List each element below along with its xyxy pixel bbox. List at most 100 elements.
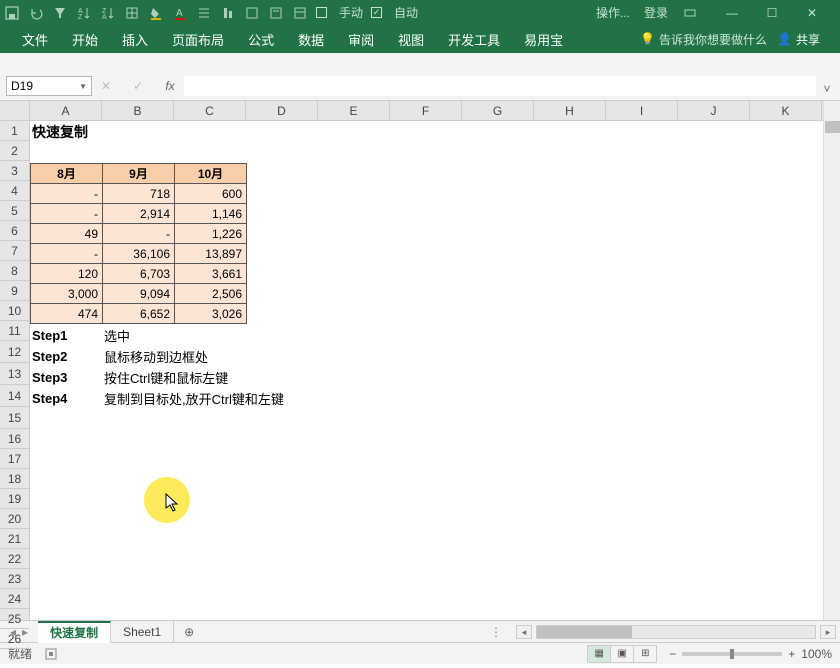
sort-asc-icon[interactable]: AZ <box>76 5 92 21</box>
col-header[interactable]: J <box>678 101 750 120</box>
col-header[interactable]: G <box>462 101 534 120</box>
expand-formula-icon[interactable]: ˅ <box>820 82 834 96</box>
row-header[interactable]: 5 <box>0 201 29 221</box>
row-header[interactable]: 1 <box>0 121 29 141</box>
row-header[interactable]: 9 <box>0 281 29 301</box>
col-header[interactable]: K <box>750 101 822 120</box>
border-icon[interactable] <box>124 5 140 21</box>
row-header[interactable]: 8 <box>0 261 29 281</box>
row-header[interactable]: 22 <box>0 549 29 569</box>
cancel-icon[interactable]: ✕ <box>96 76 116 96</box>
name-box[interactable]: D19 ▼ <box>6 76 92 96</box>
col-header[interactable]: H <box>534 101 606 120</box>
col-header[interactable]: F <box>390 101 462 120</box>
close-button[interactable]: ✕ <box>792 0 832 25</box>
tab-addon[interactable]: 易用宝 <box>512 25 575 53</box>
auto-label: 自动 <box>394 4 418 21</box>
row-header[interactable]: 12 <box>0 341 29 363</box>
row-header[interactable]: 4 <box>0 181 29 201</box>
tab-home[interactable]: 开始 <box>60 25 110 53</box>
page-break-view-button[interactable]: ⊞ <box>633 645 657 663</box>
tab-view[interactable]: 视图 <box>386 25 436 53</box>
sort-desc-icon[interactable]: ZA <box>100 5 116 21</box>
login-label[interactable]: 登录 <box>644 4 668 21</box>
tell-me[interactable]: 💡 告诉我你想要做什么 <box>640 31 767 48</box>
fill-color-icon[interactable] <box>148 5 164 21</box>
save-icon[interactable] <box>4 5 20 21</box>
row-header[interactable]: 15 <box>0 407 29 429</box>
share-button[interactable]: 👤 共享 <box>767 31 830 48</box>
align-icon[interactable] <box>220 5 236 21</box>
col-header[interactable]: C <box>174 101 246 120</box>
add-sheet-button[interactable]: ⊕ <box>174 625 204 639</box>
zoom-slider[interactable] <box>682 652 782 656</box>
filter-icon[interactable] <box>52 5 68 21</box>
select-all-corner[interactable] <box>0 101 30 121</box>
tab-dev[interactable]: 开发工具 <box>436 25 512 53</box>
col-header[interactable]: E <box>318 101 390 120</box>
tab-file[interactable]: 文件 <box>10 25 60 53</box>
tab-insert[interactable]: 插入 <box>110 25 160 53</box>
action-label[interactable]: 操作... <box>596 4 630 21</box>
horizontal-scrollbar[interactable] <box>536 625 816 639</box>
auto-checkbox[interactable] <box>371 7 382 18</box>
fx-icon[interactable]: fx <box>160 76 180 96</box>
zoom-in-button[interactable]: + <box>788 647 795 661</box>
ribbon-toggle-icon[interactable] <box>682 5 698 21</box>
col-header[interactable]: B <box>102 101 174 120</box>
enter-icon[interactable]: ✓ <box>128 76 148 96</box>
formula-bar: D19 ▼ ✕ ✓ fx ˅ <box>0 53 840 101</box>
col-header[interactable]: I <box>606 101 678 120</box>
row-header[interactable]: 2 <box>0 141 29 161</box>
row-header[interactable]: 18 <box>0 469 29 489</box>
row-header[interactable]: 25 <box>0 609 29 629</box>
table-cell: 718 <box>103 184 175 204</box>
tab-layout[interactable]: 页面布局 <box>160 25 236 53</box>
row-header[interactable]: 13 <box>0 363 29 385</box>
scroll-left-icon[interactable]: ◂ <box>516 625 532 639</box>
sheet-tab-active[interactable]: 快速复制 <box>38 621 111 643</box>
font-color-icon[interactable]: A <box>172 5 188 21</box>
col-header[interactable]: D <box>246 101 318 120</box>
hscroll-thumb[interactable] <box>537 626 632 638</box>
scroll-right-icon[interactable]: ▸ <box>820 625 836 639</box>
row-header[interactable]: 21 <box>0 529 29 549</box>
macro-icon[interactable] <box>44 647 58 661</box>
sheet-icon[interactable] <box>292 5 308 21</box>
row-header[interactable]: 10 <box>0 301 29 321</box>
cells-area[interactable]: 快速复制 8月9月10月 -718600-2,9141,14649-1,226-… <box>30 121 823 620</box>
row-header[interactable]: 3 <box>0 161 29 181</box>
row-header[interactable]: 26 <box>0 629 29 649</box>
tab-formula[interactable]: 公式 <box>236 25 286 53</box>
row-header[interactable]: 19 <box>0 489 29 509</box>
maximize-button[interactable]: ☐ <box>752 0 792 25</box>
vertical-scrollbar[interactable] <box>823 101 840 620</box>
row-header[interactable]: 16 <box>0 429 29 449</box>
row-header[interactable]: 20 <box>0 509 29 529</box>
minimize-button[interactable]: — <box>712 0 752 25</box>
row-header[interactable]: 24 <box>0 589 29 609</box>
row-header[interactable]: 23 <box>0 569 29 589</box>
row-header[interactable]: 7 <box>0 241 29 261</box>
zoom-level[interactable]: 100% <box>801 647 832 661</box>
split-handle[interactable]: ⋮ <box>490 625 502 639</box>
formula-input[interactable] <box>184 76 816 96</box>
sheet-tab-other[interactable]: Sheet1 <box>111 621 174 642</box>
format-icon[interactable] <box>244 5 260 21</box>
undo-icon[interactable] <box>28 5 44 21</box>
dropdown-icon[interactable]: ▼ <box>79 82 87 91</box>
row-header[interactable]: 11 <box>0 321 29 341</box>
tab-data[interactable]: 数据 <box>286 25 336 53</box>
scroll-thumb[interactable] <box>825 121 840 133</box>
row-header[interactable]: 6 <box>0 221 29 241</box>
page-layout-view-button[interactable]: ▣ <box>610 645 634 663</box>
row-header[interactable]: 14 <box>0 385 29 407</box>
unknown-icon[interactable] <box>196 5 212 21</box>
col-header[interactable]: A <box>30 101 102 120</box>
manual-checkbox[interactable] <box>316 7 327 18</box>
row-header[interactable]: 17 <box>0 449 29 469</box>
zoom-out-button[interactable]: − <box>669 647 676 661</box>
normal-view-button[interactable]: ▦ <box>587 645 611 663</box>
tab-review[interactable]: 审阅 <box>336 25 386 53</box>
calc-icon[interactable] <box>268 5 284 21</box>
